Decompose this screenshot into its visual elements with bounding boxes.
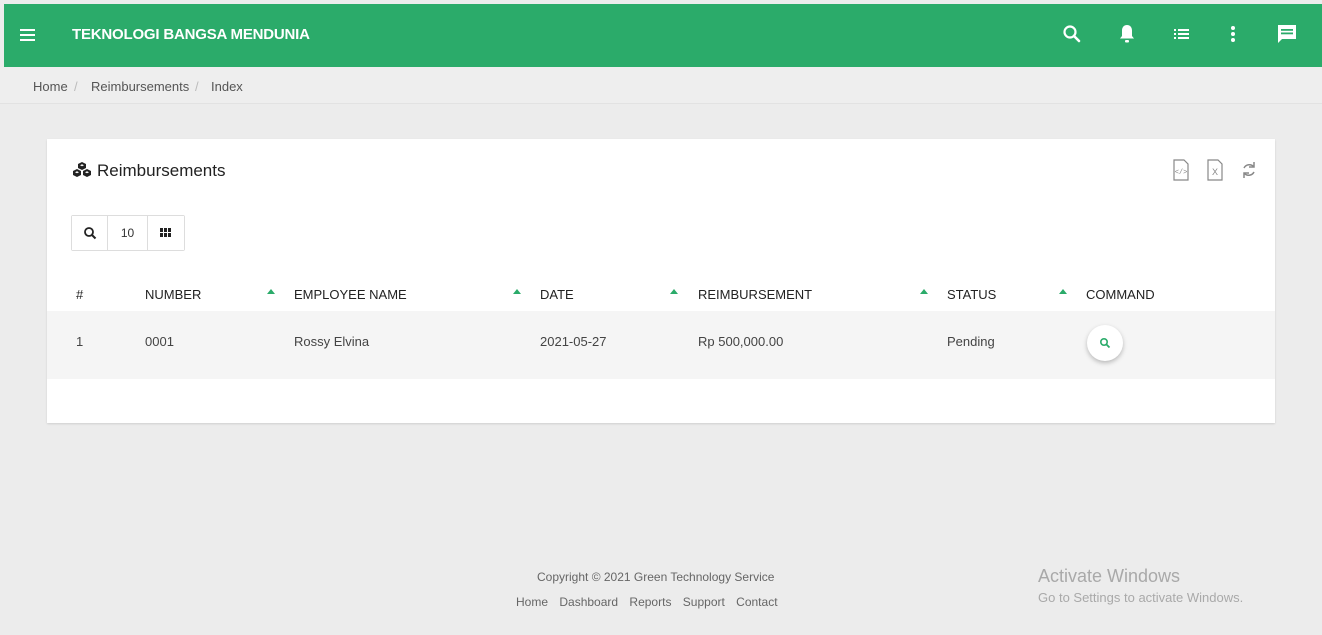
footer-link-contact[interactable]: Contact xyxy=(736,595,777,609)
table-header: # NUMBER EMPLOYEE NAME DATE REIMBURSEMEN… xyxy=(47,281,1275,309)
cell-reimbursement: Rp 500,000.00 xyxy=(698,334,784,349)
table-toolbar: 10 xyxy=(71,215,185,251)
watermark-title: Activate Windows xyxy=(1038,566,1181,586)
chat-icon[interactable] xyxy=(1275,22,1299,46)
watermark-subtitle: Go to Settings to activate Windows. xyxy=(1038,590,1244,605)
sort-arrow-icon[interactable] xyxy=(670,289,678,294)
list-icon[interactable] xyxy=(1170,22,1194,46)
column-header-number[interactable]: NUMBER xyxy=(145,287,201,302)
more-vert-icon[interactable] xyxy=(1221,22,1245,46)
bell-icon[interactable] xyxy=(1115,22,1139,46)
cell-date: 2021-05-27 xyxy=(540,334,607,349)
menu-icon[interactable] xyxy=(18,24,38,46)
cell-no: 1 xyxy=(76,334,84,349)
cell-status: Pending xyxy=(947,334,995,349)
column-header-no: # xyxy=(76,287,84,302)
view-detail-button[interactable] xyxy=(1087,325,1123,361)
column-header-date[interactable]: DATE xyxy=(540,287,574,302)
footer-link-support[interactable]: Support xyxy=(683,595,725,609)
column-header-status[interactable]: STATUS xyxy=(947,287,996,302)
refresh-icon[interactable] xyxy=(1239,159,1259,181)
copyright-text: Copyright © 2021 Green Technology Servic… xyxy=(537,570,775,584)
breadcrumb-index: Index xyxy=(211,79,243,94)
card-title-text: Reimbursements xyxy=(97,161,226,180)
column-header-command: COMMAND xyxy=(1086,287,1155,302)
footer-links: Home Dashboard Reports Support Contact xyxy=(516,595,786,609)
footer-link-home[interactable]: Home xyxy=(516,595,548,609)
sort-arrow-icon[interactable] xyxy=(920,289,928,294)
cell-number: 0001 xyxy=(145,334,174,349)
breadcrumb-home[interactable]: Home xyxy=(33,79,68,94)
sort-arrow-icon[interactable] xyxy=(513,289,521,294)
sort-arrow-icon[interactable] xyxy=(1059,289,1067,294)
svg-text:X: X xyxy=(1212,167,1218,177)
svg-text:</>: </> xyxy=(1175,169,1188,177)
page-size-select[interactable]: 10 xyxy=(108,216,148,250)
brand-title[interactable]: TEKNOLOGI BANGSA MENDUNIA xyxy=(72,26,310,43)
columns-icon[interactable] xyxy=(148,216,184,250)
activate-windows-watermark: Activate Windows Go to Settings to activ… xyxy=(1038,566,1243,605)
breadcrumb-reimbursements[interactable]: Reimbursements xyxy=(91,79,189,94)
breadcrumb: Home / Reimbursements / Index xyxy=(0,67,1322,104)
breadcrumb-separator: / xyxy=(195,79,199,94)
search-icon[interactable] xyxy=(1060,22,1084,46)
export-excel-icon[interactable]: X xyxy=(1205,159,1225,181)
column-header-reimbursement[interactable]: REIMBURSEMENT xyxy=(698,287,812,302)
footer-link-dashboard[interactable]: Dashboard xyxy=(559,595,618,609)
search-icon xyxy=(1099,337,1111,349)
column-header-employee-name[interactable]: EMPLOYEE NAME xyxy=(294,287,407,302)
card-title: Reimbursements xyxy=(71,161,226,181)
search-icon[interactable] xyxy=(72,216,108,250)
footer-link-reports[interactable]: Reports xyxy=(629,595,671,609)
sort-arrow-icon[interactable] xyxy=(267,289,275,294)
export-html-icon[interactable]: </> xyxy=(1171,159,1191,181)
cubes-icon xyxy=(73,162,91,177)
reimbursements-card: Reimbursements </> X 10 # NUMBER EMPLOYE… xyxy=(47,139,1275,423)
top-navbar: TEKNOLOGI BANGSA MENDUNIA xyxy=(4,4,1322,67)
breadcrumb-separator: / xyxy=(74,79,78,94)
cell-employee-name: Rossy Elvina xyxy=(294,334,370,349)
table-row: 1 0001 Rossy Elvina 2021-05-27 Rp 500,00… xyxy=(47,311,1275,379)
